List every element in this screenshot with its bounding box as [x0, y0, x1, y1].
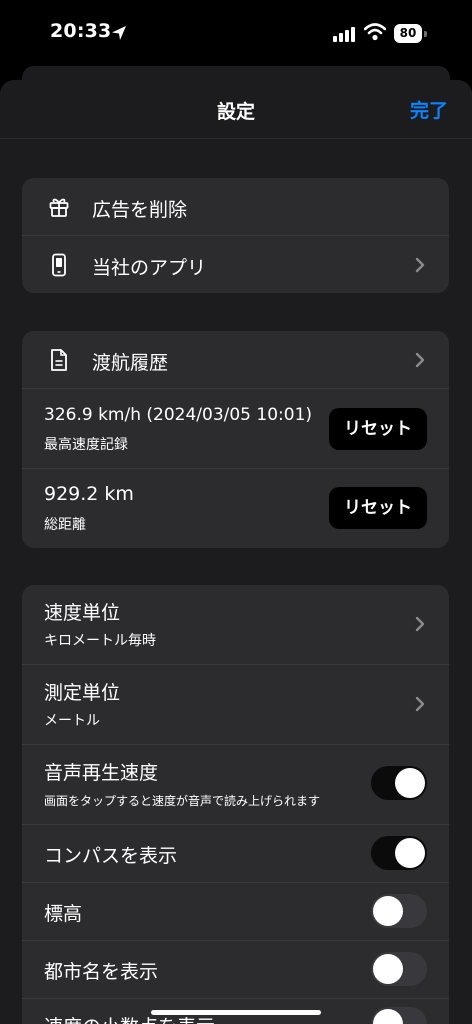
- travel-history-row[interactable]: 渡航履歴: [22, 331, 449, 389]
- toggle-knob: [373, 896, 403, 926]
- page-title: 設定: [216, 101, 255, 123]
- max-speed-label: 最高速度記録: [44, 437, 128, 453]
- measure-unit-label: 測定単位: [44, 682, 121, 704]
- battery-cap: [424, 31, 427, 37]
- max-speed-value: 326.9 km/h (2024/03/05 10:01): [44, 405, 313, 425]
- toggle-knob: [395, 838, 425, 868]
- chevron-right-icon: [415, 616, 425, 632]
- measure-unit-row[interactable]: 測定単位 メートル: [22, 665, 449, 745]
- history-group: 渡航履歴 326.9 km/h (2024/03/05 10:01) 最高速度記…: [22, 331, 449, 548]
- compass-label: コンパスを表示: [44, 845, 178, 867]
- remove-ads-row[interactable]: 広告を削除: [22, 178, 449, 236]
- remove-ads-label: 広告を削除: [92, 199, 188, 221]
- status-bar: 20:33 80: [0, 0, 472, 70]
- travel-history-label: 渡航履歴: [92, 352, 169, 374]
- chevron-right-icon: [415, 352, 425, 368]
- speed-unit-value: キロメートル毎時: [44, 633, 156, 649]
- altitude-label: 標高: [44, 903, 83, 925]
- total-distance-value: 929.2 km: [44, 483, 134, 505]
- document-icon: [51, 349, 67, 371]
- total-distance-row: 929.2 km 総距離 リセット: [22, 469, 449, 548]
- reset-max-speed-button[interactable]: リセット: [329, 408, 427, 450]
- done-button[interactable]: 完了: [410, 96, 448, 123]
- chevron-right-icon: [415, 257, 425, 273]
- toggle-knob: [373, 954, 403, 984]
- decimal-toggle[interactable]: [371, 1007, 427, 1024]
- navigation-bar: 設定 完了: [0, 80, 472, 139]
- toggle-knob: [395, 768, 425, 798]
- voice-speed-label: 音声再生速度: [44, 762, 159, 784]
- compass-row: コンパスを表示: [22, 825, 449, 883]
- toggle-knob: [373, 1009, 403, 1024]
- purchase-group: 広告を削除 当社のアプリ: [22, 178, 449, 293]
- max-speed-row: 326.9 km/h (2024/03/05 10:01) 最高速度記録 リセッ…: [22, 389, 449, 469]
- altitude-toggle[interactable]: [371, 894, 427, 928]
- compass-toggle[interactable]: [371, 836, 427, 870]
- wifi-icon: [364, 23, 386, 41]
- our-apps-label: 当社のアプリ: [92, 257, 207, 279]
- city-name-row: 都市名を表示: [22, 941, 449, 999]
- altitude-row: 標高: [22, 883, 449, 941]
- chevron-right-icon: [415, 696, 425, 712]
- our-apps-row[interactable]: 当社のアプリ: [22, 236, 449, 293]
- speed-unit-row[interactable]: 速度単位 キロメートル毎時: [22, 585, 449, 665]
- gift-icon: [49, 198, 69, 217]
- phone-icon: [52, 253, 66, 277]
- total-distance-label: 総距離: [44, 517, 86, 533]
- measure-unit-value: メートル: [44, 713, 100, 729]
- home-indicator[interactable]: [151, 1010, 321, 1015]
- city-name-label: 都市名を表示: [44, 961, 159, 983]
- cellular-signal-icon: [333, 27, 355, 42]
- preferences-group: 速度単位 キロメートル毎時 測定単位 メートル 音声再生速度 画面をタップすると…: [22, 585, 449, 1024]
- settings-sheet: 設定 完了 広告を削除 当社のアプリ 渡航履歴 326.9 km/h (2024…: [0, 80, 472, 1024]
- voice-speed-toggle[interactable]: [371, 766, 427, 800]
- battery-indicator: 80: [394, 24, 422, 43]
- speed-unit-label: 速度単位: [44, 602, 121, 624]
- reset-distance-button[interactable]: リセット: [329, 487, 427, 529]
- location-arrow-icon: [112, 26, 126, 40]
- voice-speed-row: 音声再生速度 画面をタップすると速度が音声で読み上げられます: [22, 745, 449, 825]
- voice-speed-description: 画面をタップすると速度が音声で読み上げられます: [44, 794, 321, 808]
- status-time: 20:33: [50, 20, 112, 42]
- city-name-toggle[interactable]: [371, 952, 427, 986]
